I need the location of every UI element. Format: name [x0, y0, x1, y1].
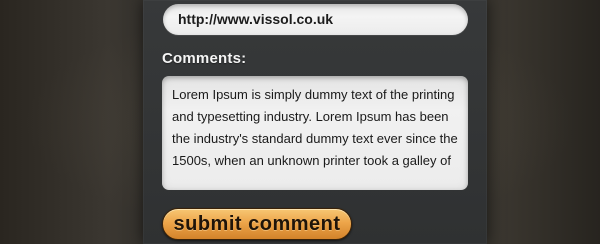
website-url-input[interactable]: http://www.vissol.co.uk [163, 4, 468, 35]
comments-label: Comments: [162, 50, 247, 67]
comments-text: Lorem Ipsum is simply dummy text of the … [172, 87, 458, 168]
submit-comment-button[interactable]: submit comment [162, 208, 352, 240]
comments-textarea[interactable]: Lorem Ipsum is simply dummy text of the … [162, 76, 468, 190]
